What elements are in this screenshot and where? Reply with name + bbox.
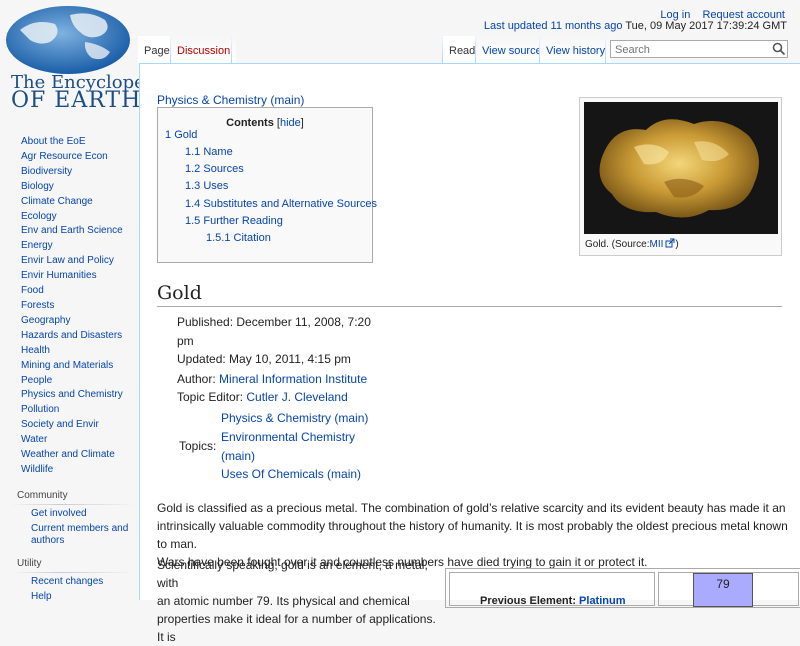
external-link-icon [665,238,675,248]
updated-date: Updated: May 10, 2011, 4:15 pm [177,352,351,366]
toc-entry[interactable]: 1.5 Further Reading [185,215,283,227]
globe-icon [6,6,130,74]
sidebar-item-weather-and-climate[interactable]: Weather and Climate [0,448,140,463]
tab-discussion[interactable]: Discussion [171,36,237,63]
sidebar-item-get-involved[interactable]: Get involved [0,508,140,520]
sidebar-item-about-the-eoe[interactable]: About the EoE [0,135,140,150]
last-updated-label[interactable]: Last updated [484,20,548,32]
image-caption: Gold. (Source:MII) [585,238,679,250]
topics-label: Topics: [179,439,217,453]
toc-hide-link[interactable]: hide [280,117,301,129]
sidebar-item-food[interactable]: Food [0,284,140,299]
image-thumbnail: Gold. (Source:MII) [579,97,782,256]
toc-entry[interactable]: 1.5.1 Citation [206,232,271,244]
sidebar-item-mining-and-materials[interactable]: Mining and Materials [0,359,140,374]
sidebar-item-recent-changes[interactable]: Recent changes [0,576,140,588]
published-date: Published: December 11, 2008, 7:20 [177,315,371,329]
mii-source-link[interactable]: MII [649,239,663,250]
sidebar-item-agr-resource-econ[interactable]: Agr Resource Econ [0,150,140,165]
sidebar-item-health[interactable]: Health [0,344,140,359]
topic-editor-link[interactable]: Cutler J. Cleveland [246,390,347,404]
author-link[interactable]: Mineral Information Institute [219,372,367,386]
toc-entry-text: Gold [174,129,198,141]
page-title: Gold [157,282,782,307]
toc-entry-number: 1.3 [185,180,201,192]
sidebar: About the EoE Agr Resource Econ Biodiversi… [0,135,140,606]
sidebar-item-wildlife[interactable]: Wildlife [0,463,140,478]
last-updated: Last updated 11 months ago Tue, 09 May 2… [484,20,787,32]
previous-element-link[interactable]: Platinum [579,595,625,607]
toc-entry[interactable]: 1.3 Uses [185,180,228,192]
sidebar-item-forests[interactable]: Forests [0,299,140,314]
toc-entry[interactable]: 1 Gold [165,129,197,141]
community-heading: Community [17,489,68,501]
category-link[interactable]: Physics & Chemistry (main) [157,93,304,107]
search-input[interactable] [610,40,788,58]
sidebar-item-env-and-earth-science[interactable]: Env and Earth Science [0,224,140,239]
toc-entry-text: Citation [233,232,271,244]
topic-editor-line: Topic Editor: Cutler J. Cleveland [177,390,348,404]
tab-view-source[interactable]: View source [476,36,548,63]
sidebar-nav: About the EoE Agr Resource Econ Biodiversi… [0,135,140,478]
topic-link-environmental-chemistry[interactable]: Environmental Chemistry [221,430,355,444]
sidebar-item-people[interactable]: People [0,374,140,389]
topic-link-environmental-chemistry-cont[interactable]: (main) [221,449,255,463]
gold-nugget-image[interactable] [584,102,778,234]
site-logo[interactable]: The Encyclopedia OF EARTH [0,0,173,118]
toc-entry[interactable]: 1.4 Substitutes and Alternative Sources [185,198,377,210]
sidebar-item-pollution[interactable]: Pollution [0,403,140,418]
sidebar-item-biology[interactable]: Biology [0,180,140,195]
sidebar-item-physics-and-chemistry[interactable]: Physics and Chemistry [0,388,140,403]
table-of-contents: Contents [hide] 1 Gold 1.1 Name 1.2 Source… [157,107,377,263]
toc-entry-number: 1.5.1 [206,232,231,244]
topic-link-physics-chemistry[interactable]: Physics & Chemistry (main) [221,411,368,425]
sidebar-item-geography[interactable]: Geography [0,314,140,329]
sidebar-item-current-members[interactable]: Current members and authors [0,523,140,547]
toc-entry-text: Substitutes and Alternative Sources [203,198,378,210]
toc-entry[interactable]: 1.1 Name [185,146,233,158]
sidebar-item-society-and-envir[interactable]: Society and Envir [0,418,140,433]
sidebar-item-ecology[interactable]: Ecology [0,210,140,225]
previous-element: Previous Element: Platinum [480,595,626,607]
toc-entry-text: Sources [203,163,244,175]
author-line: Author: Mineral Information Institute [177,372,368,386]
sidebar-item-climate-change[interactable]: Climate Change [0,195,140,210]
toc-entry-text: Uses [203,180,229,192]
toc-entry-number: 1.1 [185,146,201,158]
sidebar-item-hazards-and-disasters[interactable]: Hazards and Disasters [0,329,140,344]
sidebar-item-help[interactable]: Help [0,591,140,603]
toc-entry-number: 1.4 [185,198,201,210]
published-date-cont: pm [177,334,194,348]
toc-entry-number: 1.2 [185,163,201,175]
atomic-number-box: 79 [693,573,753,607]
toc-entry-text: Name [203,146,233,158]
main-content: Physics & Chemistry (main) Contents [hid… [139,63,800,644]
search-icon[interactable] [771,41,787,57]
tab-view-history[interactable]: View history [540,36,612,63]
sidebar-item-envir-humanities[interactable]: Envir Humanities [0,269,140,284]
toc-entry-text: Further Reading [203,215,283,227]
sidebar-item-biodiversity[interactable]: Biodiversity [0,165,140,180]
toc-entry[interactable]: 1.2 Sources [185,163,244,175]
last-updated-date: Tue, 09 May 2017 17:39:24 GMT [625,20,787,32]
sidebar-item-water[interactable]: Water [0,433,140,448]
toc-title: Contents [hide] [226,117,304,129]
last-updated-ago[interactable]: 11 months ago [551,20,623,32]
logo-line2: OF EARTH [11,88,142,113]
toc-entry-number: 1.5 [185,215,201,227]
topic-link-uses-of-chemicals[interactable]: Uses Of Chemicals (main) [221,467,361,481]
utility-heading: Utility [17,557,42,569]
sidebar-item-envir-law-and-policy[interactable]: Envir Law and Policy [0,254,140,269]
paragraph-scientific: Scientifically speaking, gold is an elem… [157,558,436,644]
element-infobox: Previous Element: Platinum 79 [445,568,800,608]
sidebar-item-energy[interactable]: Energy [0,239,140,254]
